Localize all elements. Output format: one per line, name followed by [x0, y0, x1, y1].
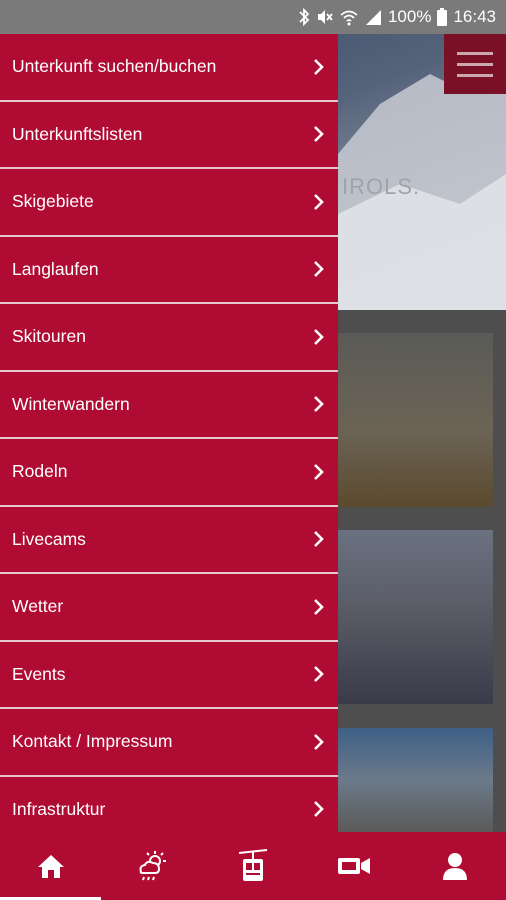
chevron-right-icon [314, 58, 324, 75]
signal-icon [364, 8, 382, 26]
drawer-item-label: Winterwandern [12, 393, 130, 414]
content-card-image[interactable] [338, 333, 493, 507]
drawer-item-label: Unterkunft suchen/buchen [12, 56, 217, 77]
weather-icon [139, 851, 166, 881]
drawer-item-label: Langlaufen [12, 258, 99, 279]
drawer-item-label: Livecams [12, 528, 86, 549]
nav-gondola-button[interactable] [202, 832, 303, 900]
mute-icon [316, 8, 334, 26]
content-card-image[interactable] [338, 530, 493, 704]
drawer-item-label: Infrastruktur [12, 798, 106, 819]
battery-text: 100% [387, 7, 432, 26]
drawer-item-skigebiete[interactable]: Skigebiete [0, 169, 338, 237]
chevron-right-icon [314, 598, 324, 615]
chevron-right-icon [314, 733, 324, 750]
drawer-item-label: Skitouren [12, 326, 86, 347]
chevron-right-icon [314, 531, 324, 548]
profile-icon [443, 853, 468, 880]
drawer-item-wetter[interactable]: Wetter [0, 574, 338, 642]
drawer-item-winterwandern[interactable]: Winterwandern [0, 372, 338, 439]
bluetooth-icon [298, 8, 310, 26]
nav-weather-button[interactable] [101, 832, 202, 900]
drawer-item-skitouren[interactable]: Skitouren [0, 304, 338, 372]
chevron-right-icon [314, 193, 324, 210]
drawer-item-unterkunftslisten[interactable]: Unterkunftslisten [0, 102, 338, 169]
navigation-drawer: Unterkunft suchen/buchen Unterkunftslist… [0, 34, 338, 832]
nav-profile-button[interactable] [405, 832, 506, 900]
chevron-right-icon [314, 328, 324, 345]
chevron-right-icon [314, 463, 324, 480]
drawer-item-langlaufen[interactable]: Langlaufen [0, 237, 338, 304]
home-icon [37, 855, 64, 878]
drawer-item-label: Skigebiete [12, 191, 94, 212]
drawer-item-events[interactable]: Events [0, 642, 338, 709]
chevron-right-icon [314, 666, 324, 683]
nav-home-button[interactable] [0, 832, 102, 900]
status-bar: 100% 16:43 [0, 0, 506, 34]
clock-text: 16:43 [453, 7, 496, 26]
gondola-icon [238, 849, 268, 881]
battery-icon [437, 8, 448, 26]
drawer-item-label: Rodeln [12, 461, 68, 482]
chevron-right-icon [314, 801, 324, 818]
hero-title: IROLS. [342, 174, 421, 199]
drawer-item-label: Unterkunftslisten [12, 123, 143, 144]
chevron-right-icon [314, 126, 324, 143]
drawer-item-rodeln[interactable]: Rodeln [0, 439, 338, 507]
drawer-item-label: Wetter [12, 596, 64, 617]
drawer-item-kontakt-impressum[interactable]: Kontakt / Impressum [0, 709, 338, 777]
drawer-item-label: Events [12, 663, 66, 684]
hamburger-menu-button[interactable] [444, 34, 506, 94]
chevron-right-icon [314, 396, 324, 413]
content-card-image[interactable] [338, 728, 493, 832]
wifi-icon [340, 8, 358, 26]
video-camera-icon [338, 858, 371, 874]
drawer-item-unterkunft-suchen[interactable]: Unterkunft suchen/buchen [0, 34, 338, 102]
chevron-right-icon [314, 261, 324, 278]
nav-livecam-button[interactable] [304, 832, 405, 900]
drawer-item-livecams[interactable]: Livecams [0, 507, 338, 574]
drawer-item-label: Kontakt / Impressum [12, 731, 173, 752]
bottom-navigation [0, 832, 506, 900]
